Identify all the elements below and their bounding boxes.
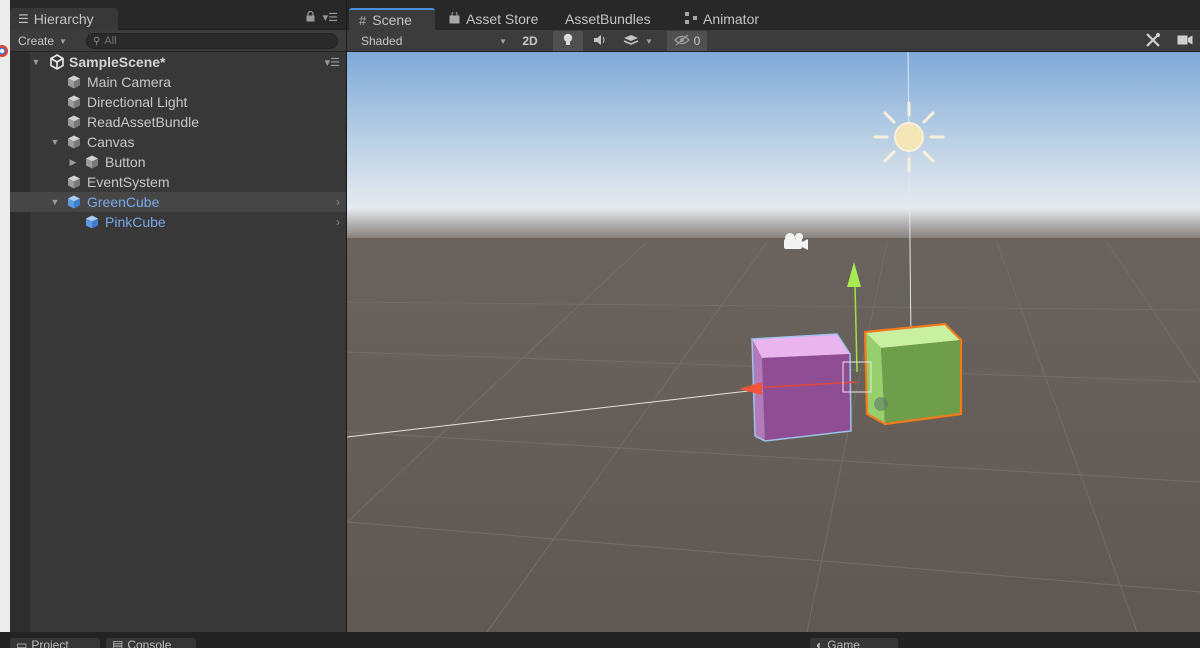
chevron-right-icon[interactable]: › [336, 215, 340, 229]
effects-dropdown[interactable]: ▼ [619, 31, 657, 51]
video-camera-icon [1177, 34, 1193, 49]
toggle-2d-label: 2D [522, 34, 538, 48]
folder-icon: ▭ [16, 638, 28, 648]
hierarchy-item-button[interactable]: ▶ Button [10, 152, 346, 172]
scene-toolbar: Shaded ▼ 2D ▼ 0 [347, 30, 1200, 52]
search-placeholder: All [104, 35, 117, 47]
tools-button[interactable] [1141, 31, 1165, 51]
hierarchy-item-main-camera[interactable]: Main Camera [10, 72, 346, 92]
tools-icon [1145, 32, 1161, 51]
eye-slash-icon [673, 34, 690, 49]
hierarchy-list-icon: ☰ [18, 12, 29, 26]
hierarchy-panel: ☰ Hierarchy ▾☰ Create ▼ ⚲ All ▼ SampleSc… [10, 0, 346, 632]
hierarchy-item-label: Main Camera [87, 74, 172, 90]
tab-animator[interactable]: Animator [675, 8, 775, 30]
animator-icon [685, 11, 697, 27]
tab-asset-bundles-label: AssetBundles [565, 11, 651, 27]
foldout-expanded-icon[interactable]: ▼ [49, 137, 61, 147]
chevron-down-icon: ▼ [59, 36, 67, 46]
scene-panel: # Scene Asset Store AssetBundles Animato… [346, 0, 1200, 632]
prefab-cube-icon [84, 214, 100, 230]
tab-project-label: Project [31, 638, 69, 648]
store-bag-icon [449, 10, 460, 27]
layers-icon [623, 34, 639, 49]
hierarchy-item-green-cube[interactable]: ▼ GreenCube › [10, 192, 346, 212]
chrome-icon [0, 40, 10, 62]
console-icon: ▤ [112, 638, 124, 648]
scene-canvas[interactable] [347, 52, 1200, 632]
search-icon: ⚲ [93, 35, 101, 47]
hierarchy-toolbar: Create ▼ ⚲ All [10, 30, 346, 52]
tab-scene[interactable]: # Scene [349, 8, 435, 30]
create-label: Create [18, 34, 55, 48]
tab-console[interactable]: ▤ Console [106, 638, 196, 648]
speaker-icon [593, 34, 607, 49]
scene-menu-icon[interactable]: ▾☰ [325, 56, 340, 69]
scene-tabbar: # Scene Asset Store AssetBundles Animato… [347, 0, 1200, 30]
hierarchy-item-label: GreenCube [87, 194, 160, 210]
window-edge [0, 0, 10, 648]
unity-logo-icon [49, 54, 65, 70]
hierarchy-item-pink-cube[interactable]: PinkCube › [10, 212, 346, 232]
lighting-toggle[interactable] [553, 31, 583, 51]
tab-project[interactable]: ▭ Project [10, 638, 100, 648]
hierarchy-item-label: Button [105, 154, 146, 170]
hierarchy-search-input[interactable]: ⚲ All [86, 33, 338, 49]
camera-settings-button[interactable] [1173, 31, 1197, 51]
light-bulb-icon [563, 33, 573, 49]
gameobject-cube-icon [66, 174, 82, 190]
gameobject-cube-icon [66, 74, 82, 90]
gameobject-cube-icon [66, 114, 82, 130]
panel-menu-icon[interactable]: ▾☰ [323, 11, 338, 25]
chevron-right-icon[interactable]: › [336, 195, 340, 209]
directional-light-sun-icon[interactable] [873, 101, 945, 173]
tab-asset-store[interactable]: Asset Store [439, 8, 551, 30]
gameobject-cube-icon [66, 94, 82, 110]
scene-root-row[interactable]: ▼ SampleScene* ▾☰ [10, 52, 346, 72]
tab-console-label: Console [127, 638, 172, 648]
foldout-expanded-icon[interactable]: ▼ [49, 197, 61, 207]
tab-game-label: Game [827, 638, 860, 648]
scene-name: SampleScene* [69, 54, 166, 70]
prefab-cube-icon [66, 194, 82, 210]
bottom-tabbar: ▭ Project ▤ Console ◐ Game [0, 632, 1200, 648]
chevron-down-icon: ▼ [645, 36, 653, 46]
grid-icon: # [359, 12, 367, 28]
chevron-down-icon: ▼ [499, 36, 507, 46]
hierarchy-item-read-asset-bundle[interactable]: ReadAssetBundle [10, 112, 346, 132]
hierarchy-item-label: PinkCube [105, 214, 166, 230]
toggle-2d-button[interactable]: 2D [513, 31, 547, 51]
hierarchy-item-label: Canvas [87, 134, 135, 150]
gamepad-icon: ◐ [816, 638, 824, 648]
sky [347, 52, 1200, 242]
hidden-objects-toggle[interactable]: 0 [667, 31, 707, 51]
gameobject-cube-icon [84, 154, 100, 170]
tab-hierarchy[interactable]: ☰ Hierarchy [10, 8, 118, 30]
hierarchy-item-label: EventSystem [87, 174, 170, 190]
draw-mode-label: Shaded [361, 34, 403, 48]
hierarchy-item-event-system[interactable]: EventSystem [10, 172, 346, 192]
hierarchy-item-directional-light[interactable]: Directional Light [10, 92, 346, 112]
foldout-expanded-icon[interactable]: ▼ [30, 57, 42, 67]
lock-icon[interactable] [306, 10, 315, 25]
gameobject-cube-icon [66, 134, 82, 150]
hierarchy-tabbar: ☰ Hierarchy ▾☰ [10, 0, 346, 30]
create-dropdown[interactable]: Create ▼ [14, 33, 71, 49]
scene-viewport[interactable] [347, 52, 1200, 632]
tab-scene-label: Scene [372, 12, 412, 28]
hidden-count: 0 [693, 34, 701, 48]
tab-asset-store-label: Asset Store [466, 11, 539, 27]
tab-asset-bundles[interactable]: AssetBundles [555, 8, 667, 30]
hierarchy-item-label: ReadAssetBundle [87, 114, 200, 130]
foldout-collapsed-icon[interactable]: ▶ [67, 157, 79, 168]
hierarchy-item-canvas[interactable]: ▼ Canvas [10, 132, 346, 152]
tab-game[interactable]: ◐ Game [810, 638, 898, 648]
tab-hierarchy-label: Hierarchy [33, 11, 94, 27]
hierarchy-item-label: Directional Light [87, 94, 188, 110]
draw-mode-dropdown[interactable]: Shaded ▼ [353, 32, 507, 50]
audio-toggle[interactable] [585, 31, 615, 51]
tab-animator-label: Animator [703, 11, 760, 27]
